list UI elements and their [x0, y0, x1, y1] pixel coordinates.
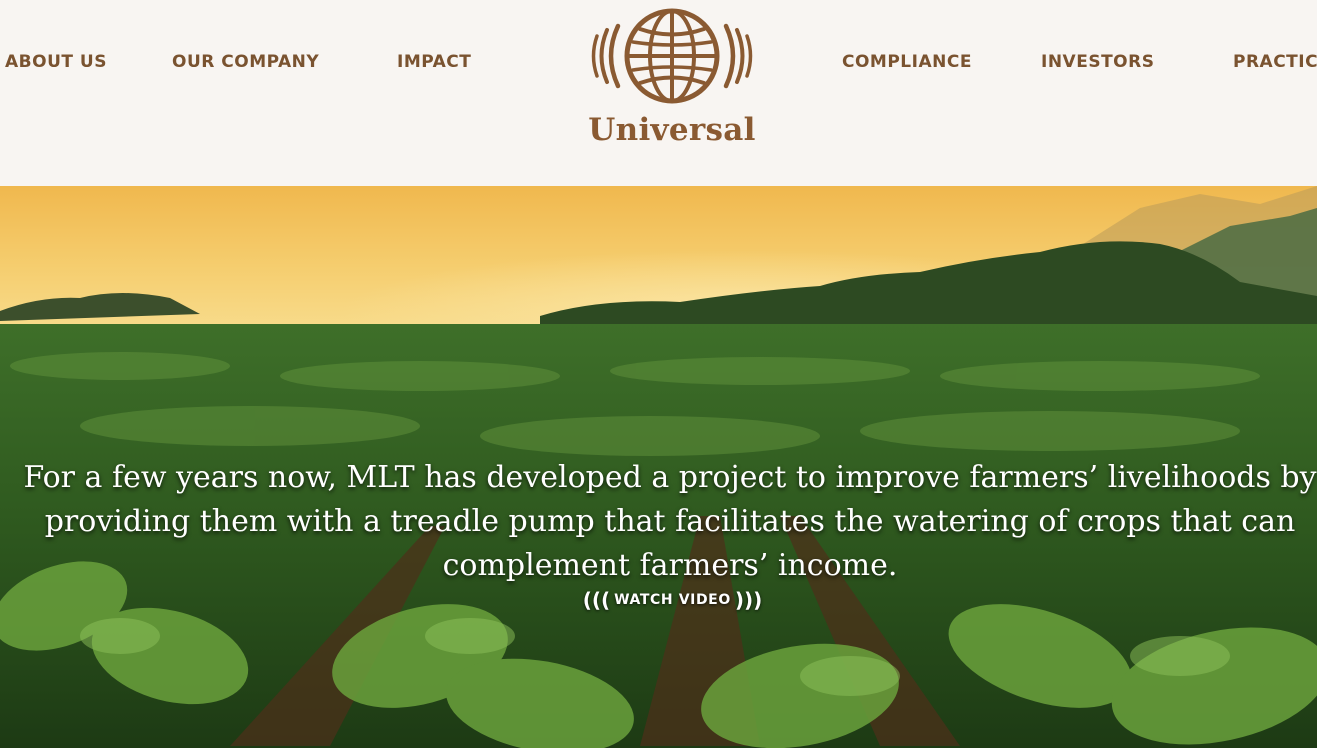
hero-banner: For a few years now, MLT has developed a… — [0, 186, 1317, 748]
nav-investors[interactable]: INVESTORS — [1041, 52, 1154, 72]
nav-compliance[interactable]: COMPLIANCE — [842, 52, 972, 72]
nav-practices[interactable]: PRACTICES — [1233, 52, 1317, 72]
nav-impact[interactable]: IMPACT — [397, 52, 471, 72]
sound-waves-right-icon: ))) — [734, 588, 763, 612]
hero-headline: For a few years now, MLT has developed a… — [23, 460, 1317, 583]
watch-video-label: WATCH VIDEO — [614, 592, 731, 608]
universal-logo[interactable]: Universal — [588, 6, 756, 152]
sound-waves-left-icon: ((( — [582, 588, 611, 612]
watch-video-link[interactable]: (((WATCH VIDEO))) — [565, 588, 780, 612]
nav-our-company[interactable]: OUR COMPANY — [172, 52, 319, 72]
nav-about-us[interactable]: ABOUT US — [5, 52, 107, 72]
site-header: ABOUT US OUR COMPANY IMPACT Universal CO… — [0, 0, 1317, 186]
logo-wordmark: Universal — [588, 112, 756, 148]
globe-icon — [591, 8, 753, 104]
